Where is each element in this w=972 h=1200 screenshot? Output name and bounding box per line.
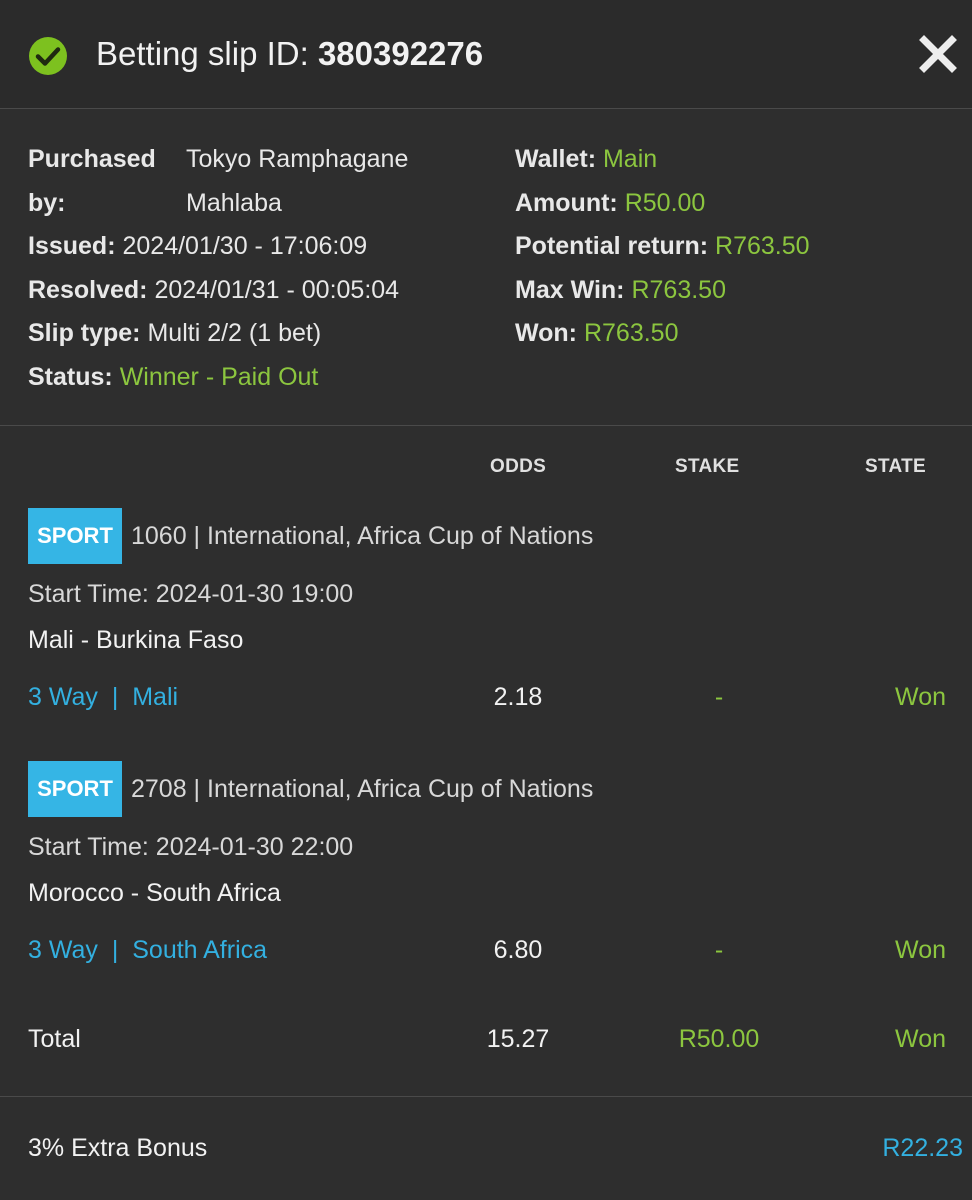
purchased-label: Purchased	[28, 145, 156, 173]
bet-state: Won	[895, 936, 946, 964]
purchased-by-value-2: Mahlaba	[186, 189, 282, 217]
sport-badge: SPORT	[28, 508, 122, 564]
slip-type-value: Multi 2/2 (1 bet)	[147, 319, 322, 347]
purchased-by-value: Tokyo Ramphagane	[186, 145, 409, 173]
status-value: Winner - Paid Out	[119, 363, 319, 391]
wallet-value: Main	[602, 145, 658, 173]
selection-name: South Africa	[132, 936, 268, 964]
event-name: 1060 | International, Africa Cup of Nati…	[131, 522, 594, 550]
total-stake: R50.00	[678, 1025, 760, 1053]
start-time: Start Time: 2024-01-30 19:00	[28, 580, 354, 608]
market-type: 3 Way	[28, 936, 98, 964]
slip-type-row: Slip type: Multi 2/2 (1 bet)	[28, 311, 321, 355]
match-name: Morocco - South Africa	[28, 879, 281, 907]
market-separator: |	[111, 936, 119, 964]
slip-type-label: Slip type:	[28, 319, 141, 347]
column-header-odds: ODDS	[490, 456, 547, 477]
amount-value: R50.00	[624, 189, 706, 217]
won-value: R763.50	[583, 319, 679, 347]
slip-header: Betting slip ID: 380392276	[0, 0, 972, 109]
match-name: Mali - Burkina Faso	[28, 626, 244, 654]
selection-name: Mali	[132, 683, 179, 711]
purchased-label-by: by:	[28, 189, 66, 217]
issued-row: Issued: 2024/01/30 - 17:06:09	[28, 224, 367, 268]
max-win-value: R763.50	[631, 276, 726, 304]
check-circle-icon	[29, 37, 67, 75]
bonus-label: 3% Extra Bonus	[28, 1134, 208, 1162]
bet-stake: -	[714, 936, 724, 964]
slip-title: Betting slip ID: 380392276	[96, 32, 483, 76]
bet-odds: 6.80	[493, 936, 543, 964]
resolved-label: Resolved:	[28, 276, 148, 304]
won-label: Won:	[515, 319, 578, 347]
amount-label: Amount:	[515, 189, 618, 217]
bet-state: Won	[895, 683, 946, 711]
total-label: Total	[28, 1025, 81, 1053]
won-row: Won: R763.50	[515, 311, 679, 355]
issued-value: 2024/01/30 - 17:06:09	[122, 232, 368, 260]
column-header-state: STATE	[865, 456, 926, 477]
amount-row: Amount: R50.00	[515, 181, 705, 225]
slip-id: 380392276	[317, 35, 484, 72]
wallet-label: Wallet:	[515, 145, 597, 173]
issued-label: Issued:	[28, 232, 116, 260]
event-name: 2708 | International, Africa Cup of Nati…	[131, 775, 594, 803]
start-time: Start Time: 2024-01-30 22:00	[28, 833, 354, 861]
slip-title-prefix: Betting slip ID:	[96, 35, 318, 72]
max-win-label: Max Win:	[515, 276, 625, 304]
bet-stake: -	[714, 683, 724, 711]
status-row: Status: Winner - Paid Out	[28, 355, 318, 399]
market-separator: |	[111, 683, 119, 711]
potential-return-value: R763.50	[715, 232, 810, 260]
bonus-value: R22.23	[882, 1134, 963, 1162]
sport-badge: SPORT	[28, 761, 122, 817]
status-label: Status:	[28, 363, 113, 391]
market-type: 3 Way	[28, 683, 98, 711]
resolved-value: 2024/01/31 - 00:05:04	[154, 276, 400, 304]
market-name[interactable]: 3 Way | Mali	[28, 680, 178, 714]
market-name[interactable]: 3 Way | South Africa	[28, 933, 267, 967]
close-icon[interactable]	[918, 34, 958, 74]
wallet-row: Wallet: Main	[515, 137, 657, 181]
potential-return-row: Potential return: R763.50	[515, 224, 810, 268]
column-header-stake: STAKE	[675, 456, 740, 477]
resolved-row: Resolved: 2024/01/31 - 00:05:04	[28, 268, 399, 312]
total-state: Won	[895, 1025, 946, 1053]
bet-odds: 2.18	[493, 683, 543, 711]
total-odds: 15.27	[486, 1025, 550, 1053]
potential-return-label: Potential return:	[515, 232, 709, 260]
max-win-row: Max Win: R763.50	[515, 268, 726, 312]
